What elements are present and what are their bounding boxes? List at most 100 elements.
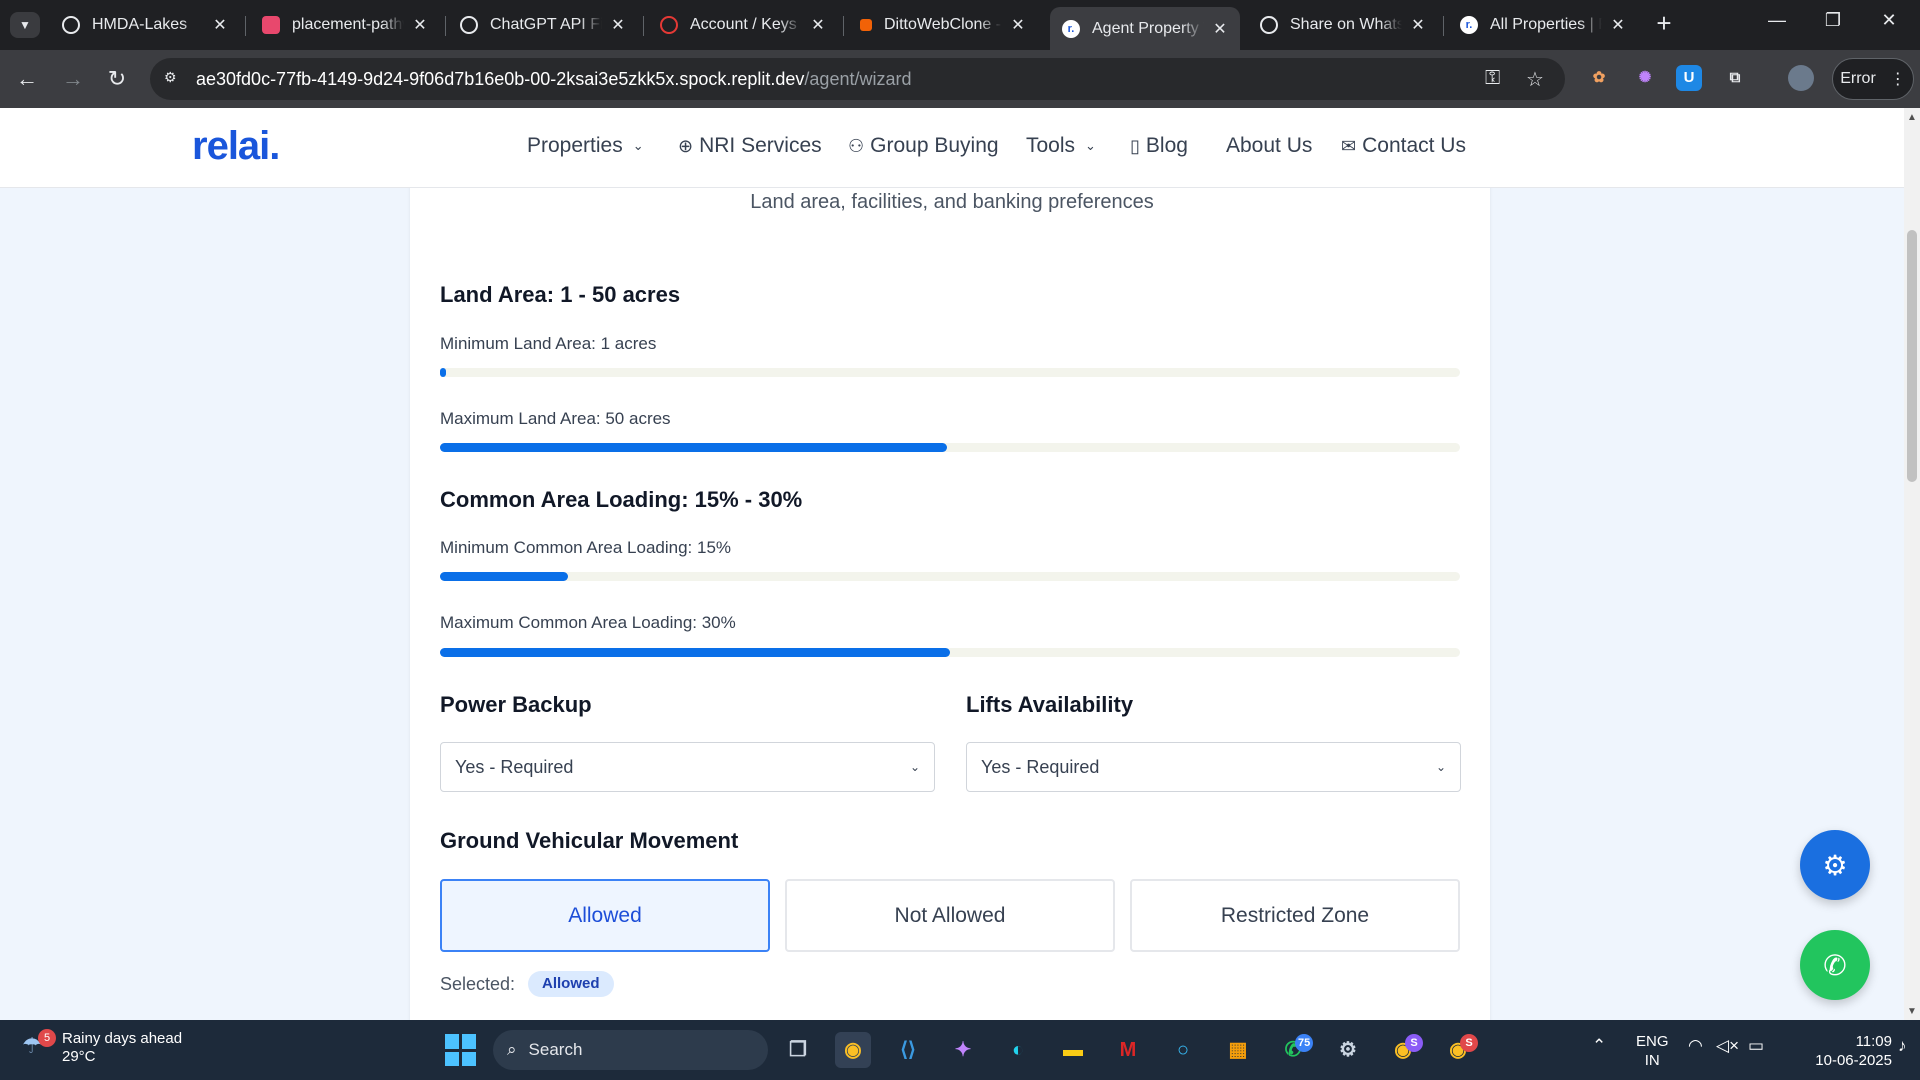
clock[interactable]: 11:09 10-06-2025	[1782, 1032, 1892, 1070]
lifts-select[interactable]: Yes - Required ⌄	[966, 742, 1461, 792]
nav-about-us[interactable]: About Us	[1226, 134, 1312, 158]
search-icon: ⌕	[507, 1040, 517, 1059]
browser-tab[interactable]: placement-pathw ✕	[250, 6, 440, 44]
nav-group-buying[interactable]: ⚇ Group Buying	[848, 134, 999, 158]
chrome-icon[interactable]: ◉ S	[1385, 1032, 1423, 1068]
whatsapp-button[interactable]: ✆	[1800, 930, 1870, 1000]
password-key-icon[interactable]: ⚿	[1485, 67, 1500, 90]
store-icon[interactable]: ▦	[1220, 1032, 1256, 1068]
edge-icon[interactable]: ◐	[1000, 1032, 1036, 1068]
whatsapp-icon[interactable]: ✆ 75	[1275, 1032, 1314, 1068]
clock-time: 11:09	[1855, 1033, 1892, 1050]
browser-tab[interactable]: ChatGPT API Fix ✕	[448, 6, 638, 44]
task-view-icon[interactable]: ❐	[780, 1032, 816, 1068]
close-icon[interactable]: ✕	[1410, 15, 1426, 35]
brain-extension-icon[interactable]: ✺	[1632, 65, 1658, 91]
min-common-area-slider[interactable]	[440, 572, 1460, 581]
account-icon	[660, 16, 678, 34]
chatbot-button[interactable]: ⚙	[1800, 830, 1870, 900]
browser-tab-active[interactable]: r. Agent Property W ✕	[1050, 7, 1240, 50]
browser-tab[interactable]: r. All Properties | R ✕	[1448, 6, 1638, 44]
nav-tools[interactable]: Tools ⌄	[1026, 134, 1096, 158]
max-common-area-slider[interactable]	[440, 648, 1460, 657]
error-profile-button[interactable]: Error ⋮	[1832, 58, 1914, 100]
chrome-icon[interactable]: ◉	[835, 1032, 871, 1068]
select-value: Yes - Required	[455, 756, 574, 777]
windows-logo-icon	[462, 1034, 476, 1049]
relai-favicon-icon: r.	[1062, 19, 1080, 38]
forward-button[interactable]: →	[58, 64, 88, 94]
chevron-down-icon: ⌄	[909, 760, 920, 774]
max-land-area-slider[interactable]	[440, 443, 1460, 452]
nav-contact-us[interactable]: ✉ Contact Us	[1341, 134, 1466, 158]
taskbar-search[interactable]: ⌕ Search	[493, 1030, 768, 1070]
cookie-extension-icon[interactable]: ✿	[1586, 65, 1612, 91]
slider-fill	[440, 572, 568, 581]
site-info-icon[interactable]: ⚙	[164, 69, 184, 89]
site-logo[interactable]: relai.	[192, 124, 280, 169]
back-button[interactable]: ←	[12, 64, 42, 94]
close-window-button[interactable]: ✕	[1866, 10, 1912, 38]
cortana-icon[interactable]: ○	[1165, 1032, 1201, 1068]
scrollbar-thumb[interactable]	[1907, 230, 1917, 482]
u-extension-icon[interactable]: U	[1676, 65, 1702, 91]
chevron-down-icon: ⌄	[1435, 760, 1446, 774]
land-area-heading: Land Area: 1 - 50 acres	[440, 282, 681, 307]
close-icon[interactable]: ✕	[1212, 19, 1228, 39]
copilot-icon[interactable]: ✦	[945, 1032, 981, 1068]
min-land-area-slider[interactable]	[440, 368, 1460, 377]
browser-tab[interactable]: HMDA-Lakes ✕	[50, 6, 240, 44]
chevron-up-icon[interactable]: ⌃	[1592, 1036, 1606, 1056]
option-restricted-zone[interactable]: Restricted Zone	[1130, 879, 1460, 952]
language-indicator[interactable]: ENG IN	[1636, 1032, 1669, 1070]
avatar[interactable]	[1788, 65, 1814, 91]
chrome-icon[interactable]: ◉ S	[1440, 1032, 1478, 1068]
browser-tab[interactable]: Share on WhatsA ✕	[1248, 6, 1438, 44]
start-button[interactable]	[445, 1034, 477, 1066]
speaker-muted-icon[interactable]: ◁×	[1716, 1036, 1739, 1056]
file-explorer-icon[interactable]: ▬	[1055, 1032, 1091, 1068]
wifi-icon[interactable]: ◠	[1688, 1036, 1703, 1056]
close-icon[interactable]: ✕	[412, 15, 428, 35]
nav-blog[interactable]: ▯ Blog	[1130, 134, 1188, 158]
chrome-profile-badge: S	[1405, 1034, 1423, 1052]
url-text[interactable]: ae30fd0c-77fb-4149-9d24-9f06d7b16e0b-00-…	[196, 69, 911, 90]
umbrella-icon: ☂ 5	[22, 1029, 56, 1063]
mcafee-icon[interactable]: M	[1110, 1032, 1146, 1068]
close-icon[interactable]: ✕	[212, 15, 228, 35]
clock-date: 10-06-2025	[1815, 1052, 1892, 1069]
close-icon[interactable]: ✕	[1610, 15, 1626, 35]
tab-separator	[245, 16, 246, 36]
browser-tab[interactable]: DittoWebClone - ✕	[848, 6, 1038, 44]
battery-icon[interactable]: ▭	[1748, 1036, 1764, 1056]
close-icon[interactable]: ✕	[810, 15, 826, 35]
chevron-down-icon: ▼	[19, 18, 31, 32]
weather-widget[interactable]: ☂ 5 Rainy days ahead 29°C	[22, 1029, 182, 1066]
notification-bell-icon[interactable]: ♪	[1898, 1036, 1907, 1056]
nav-properties[interactable]: Properties ⌄	[527, 134, 644, 158]
more-vert-icon: ⋮	[1889, 71, 1906, 88]
extensions-puzzle-icon[interactable]: ⧉	[1722, 65, 1748, 91]
option-not-allowed[interactable]: Not Allowed	[785, 879, 1115, 952]
power-backup-select[interactable]: Yes - Required ⌄	[440, 742, 935, 792]
nav-nri-services[interactable]: ⊕ NRI Services	[678, 134, 822, 158]
minimize-button[interactable]: —	[1754, 10, 1800, 38]
close-icon[interactable]: ✕	[610, 15, 626, 35]
page-scrollbar[interactable]: ▲ ▼	[1904, 108, 1920, 1020]
browser-tab[interactable]: Account / Keys & ✕	[648, 6, 838, 44]
close-icon[interactable]: ✕	[1010, 15, 1026, 35]
vscode-icon[interactable]: ⟨⟩	[890, 1032, 926, 1068]
whatsapp-icon: ✆	[1823, 949, 1847, 981]
scroll-up-icon[interactable]: ▲	[1907, 112, 1917, 123]
whatsapp-badge: 75	[1295, 1034, 1314, 1052]
new-tab-button[interactable]: +	[1650, 10, 1678, 38]
globe-icon: ⊕	[678, 135, 694, 156]
option-allowed[interactable]: Allowed	[440, 879, 770, 952]
tab-search-button[interactable]: ▼	[10, 12, 40, 38]
settings-gear-icon[interactable]: ⚙	[1330, 1032, 1366, 1068]
address-bar[interactable]: ⚙ ae30fd0c-77fb-4149-9d24-9f06d7b16e0b-0…	[150, 58, 1565, 100]
restore-button[interactable]: ❐	[1810, 10, 1856, 38]
scroll-down-icon[interactable]: ▼	[1907, 1006, 1917, 1017]
bookmark-star-icon[interactable]: ☆	[1526, 67, 1544, 92]
reload-button[interactable]: ↻	[102, 64, 132, 94]
